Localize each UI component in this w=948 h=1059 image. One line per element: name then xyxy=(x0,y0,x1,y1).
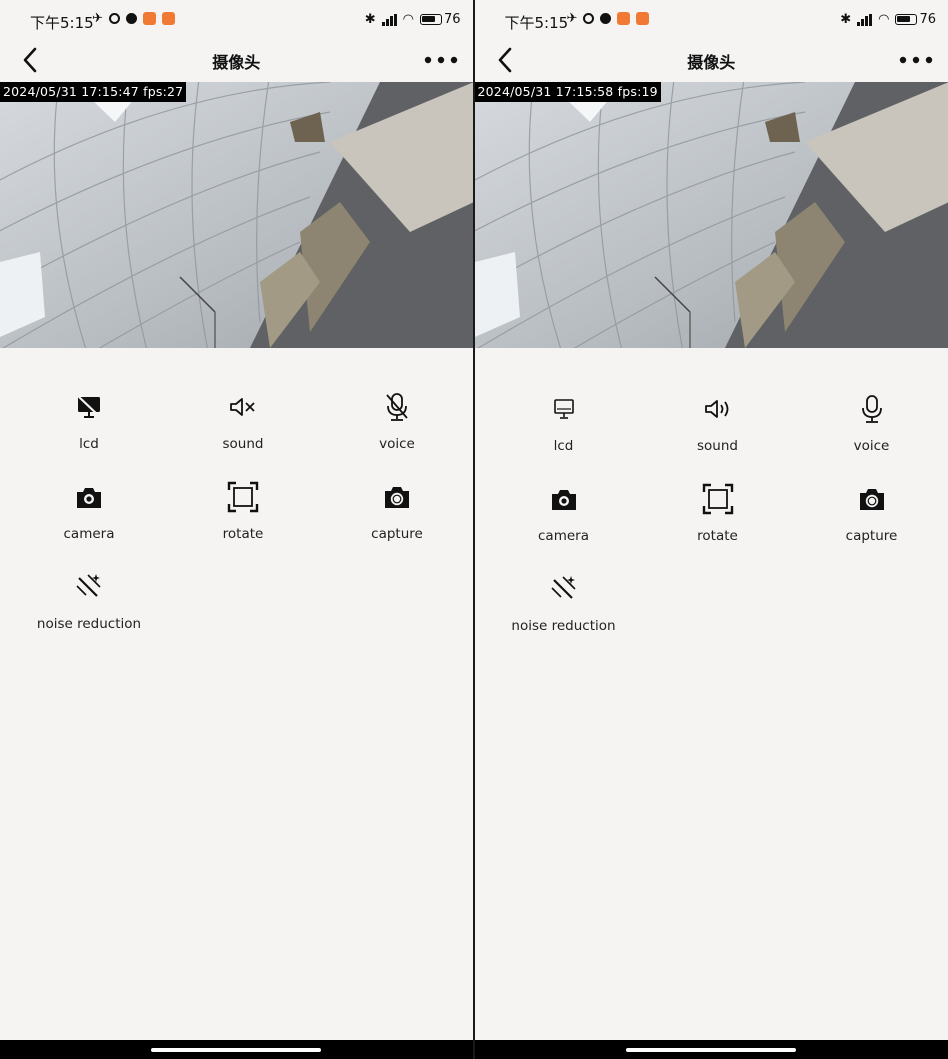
camera-icon xyxy=(551,490,576,510)
status-time: 下午5:15 xyxy=(504,14,569,32)
rotate-icon xyxy=(702,483,733,515)
sound-muted-icon xyxy=(230,398,255,416)
camera-video-feed[interactable]: 2024/05/31 17:15:58 fps:19 xyxy=(474,82,948,348)
app-notification-icon xyxy=(161,12,175,25)
capture-button[interactable]: capture xyxy=(318,480,473,542)
control-label: capture xyxy=(845,528,898,544)
camera-button[interactable]: camera xyxy=(485,482,643,544)
camera-video-feed[interactable]: 2024/05/31 17:15:47 fps:27 xyxy=(0,82,473,348)
control-label: rotate xyxy=(697,528,738,544)
phone-screen-right: 下午5:15 ✈ ✱ ◠ 76 摄像头 2024/05/31 17:15:58 … xyxy=(474,0,948,1059)
control-label: noise reduction xyxy=(511,618,616,634)
sound-on-icon xyxy=(704,400,728,418)
capture-icon xyxy=(385,487,409,508)
nav-bar: 摄像头 xyxy=(0,40,473,80)
alarm-icon xyxy=(583,13,595,24)
wifi-icon: ◠ xyxy=(878,12,890,27)
noise-reduction-button[interactable]: noise reduction xyxy=(10,570,168,632)
status-bar: 下午5:15 ✈ ✱ ◠ 76 xyxy=(475,0,948,40)
magic-wand-icon xyxy=(76,574,101,597)
more-button[interactable] xyxy=(898,52,934,68)
page-title: 摄像头 xyxy=(212,53,261,72)
bluetooth-icon: ✱ xyxy=(364,12,376,27)
status-system-icons: ✱ ◠ 76 xyxy=(365,12,461,27)
battery-level: 76 xyxy=(919,12,936,27)
control-label: voice xyxy=(853,438,890,454)
mute-icon: ✈ xyxy=(566,11,578,26)
noise-reduction-button[interactable]: noise reduction xyxy=(485,572,643,634)
signal-icon xyxy=(381,13,397,26)
camera-icon xyxy=(77,488,101,508)
capture-button[interactable]: capture xyxy=(793,482,948,544)
signal-icon xyxy=(857,13,873,26)
video-timestamp-overlay: 2024/05/31 17:15:47 fps:27 xyxy=(0,82,187,102)
camera-button[interactable]: camera xyxy=(10,480,168,542)
magic-wand-icon xyxy=(550,576,576,599)
video-timestamp-overlay: 2024/05/31 17:15:58 fps:19 xyxy=(474,82,661,102)
control-label: voice xyxy=(379,436,415,452)
battery-icon xyxy=(895,14,918,25)
app-notification-icon xyxy=(636,12,650,25)
rotate-icon xyxy=(227,481,259,513)
control-label: lcd xyxy=(79,436,99,452)
more-dots-icon xyxy=(899,56,933,64)
page-title: 摄像头 xyxy=(687,53,736,72)
more-dots-icon xyxy=(424,56,457,64)
app-notification-icon xyxy=(617,12,631,25)
sound-button[interactable]: sound xyxy=(164,390,322,452)
voice-button[interactable]: voice xyxy=(318,390,473,452)
control-label: camera xyxy=(63,526,115,542)
nav-bar: 摄像头 xyxy=(475,40,948,80)
mic-off-icon xyxy=(386,393,408,421)
status-notification-icons: ✈ xyxy=(567,11,650,26)
wifi-icon: ◠ xyxy=(402,12,414,27)
lcd-off-icon xyxy=(78,396,100,418)
home-indicator[interactable] xyxy=(151,1048,322,1052)
control-label: noise reduction xyxy=(36,616,142,632)
rotate-button[interactable]: rotate xyxy=(164,480,322,542)
gesture-bar xyxy=(0,1040,473,1059)
sound-button[interactable]: sound xyxy=(639,392,797,454)
lcd-on-icon xyxy=(553,399,574,419)
app-notification-icon xyxy=(142,12,156,25)
dot-icon xyxy=(600,13,612,24)
control-label: camera xyxy=(538,528,589,544)
phone-screen-left: 下午5:15 ✈ ✱ ◠ 76 摄像头 2024/05/31 17:15:47 … xyxy=(0,0,473,1059)
capture-icon xyxy=(859,489,884,510)
status-system-icons: ✱ ◠ 76 xyxy=(840,12,936,27)
video-frame xyxy=(0,82,473,348)
control-label: sound xyxy=(222,436,264,452)
alarm-icon xyxy=(108,13,120,24)
gesture-bar xyxy=(474,1040,948,1059)
control-label: capture xyxy=(371,526,423,542)
control-label: rotate xyxy=(222,526,264,542)
lcd-button[interactable]: lcd xyxy=(485,392,643,454)
battery-icon xyxy=(419,14,442,25)
status-bar: 下午5:15 ✈ ✱ ◠ 76 xyxy=(0,0,473,40)
home-indicator[interactable] xyxy=(626,1048,797,1052)
voice-button[interactable]: voice xyxy=(793,392,948,454)
status-notification-icons: ✈ xyxy=(92,11,175,26)
more-button[interactable] xyxy=(423,52,459,68)
mic-on-icon xyxy=(861,395,882,423)
battery-level: 76 xyxy=(443,12,461,27)
dot-icon xyxy=(125,13,137,24)
video-frame xyxy=(474,82,948,348)
control-label: sound xyxy=(697,438,738,454)
rotate-button[interactable]: rotate xyxy=(639,482,797,544)
lcd-button[interactable]: lcd xyxy=(10,390,168,452)
bluetooth-icon: ✱ xyxy=(840,12,852,27)
status-time: 下午5:15 xyxy=(30,14,94,32)
control-label: lcd xyxy=(553,438,574,454)
mute-icon: ✈ xyxy=(92,11,103,26)
